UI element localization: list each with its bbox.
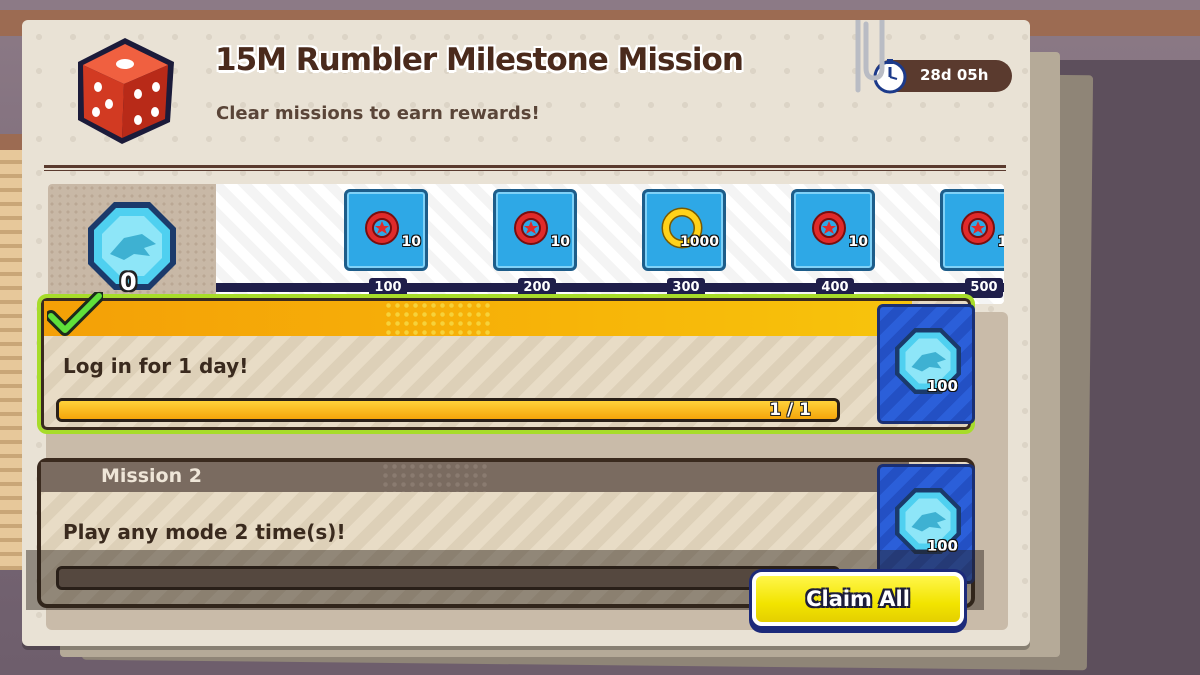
milestone-reward-2[interactable]: 10 [493,189,577,271]
dice-icon [78,38,174,144]
claim-all-label: Claim All [806,587,910,611]
reward-quantity: 100 [926,377,958,395]
milestone-reward-3[interactable]: 1000 [642,189,726,271]
reward-quantity: 10 [997,234,1004,250]
mission-reward[interactable]: 100 [877,304,975,424]
header-divider [44,165,1006,171]
mission-label: Mission 2 [101,465,202,487]
reward-quantity: 10 [401,234,421,250]
mission-description: Play any mode 2 time(s)! [63,520,346,544]
points-counter: 0 [48,184,216,304]
mission-description: Log in for 1 day! [63,354,249,378]
reward-quantity: 10 [550,234,570,250]
claim-all-button[interactable]: Claim All [752,572,964,626]
paperclip-icon [855,20,885,93]
mission-progress-bar: 1 / 1 [56,398,840,422]
track-line [216,283,1004,292]
milestone-reward-5[interactable]: 10 [940,189,1004,271]
page-subtitle: Clear missions to earn rewards! [216,103,540,124]
event-timer: 28d 05h [873,59,1012,94]
points-value: 0 [120,268,137,296]
milestone-reward-4[interactable]: 10 [791,189,875,271]
checkmark-icon [47,292,103,336]
page-title: 15M Rumbler Milestone Mission [215,42,744,78]
progress-text: 1 / 1 [769,400,811,420]
progress-fill [59,401,837,419]
reward-quantity: 1000 [680,234,719,250]
mission-card-1[interactable]: Log in for 1 day! 1 / 1 100 [37,292,975,434]
milestone-reward-1[interactable]: 10 [344,189,428,271]
milestone-track: 0 10 100 10 200 1000 300 10 400 1 500 [48,184,1004,304]
mission-header [44,301,912,336]
timer-text: 28d 05h [920,66,989,84]
reward-quantity: 10 [848,234,868,250]
